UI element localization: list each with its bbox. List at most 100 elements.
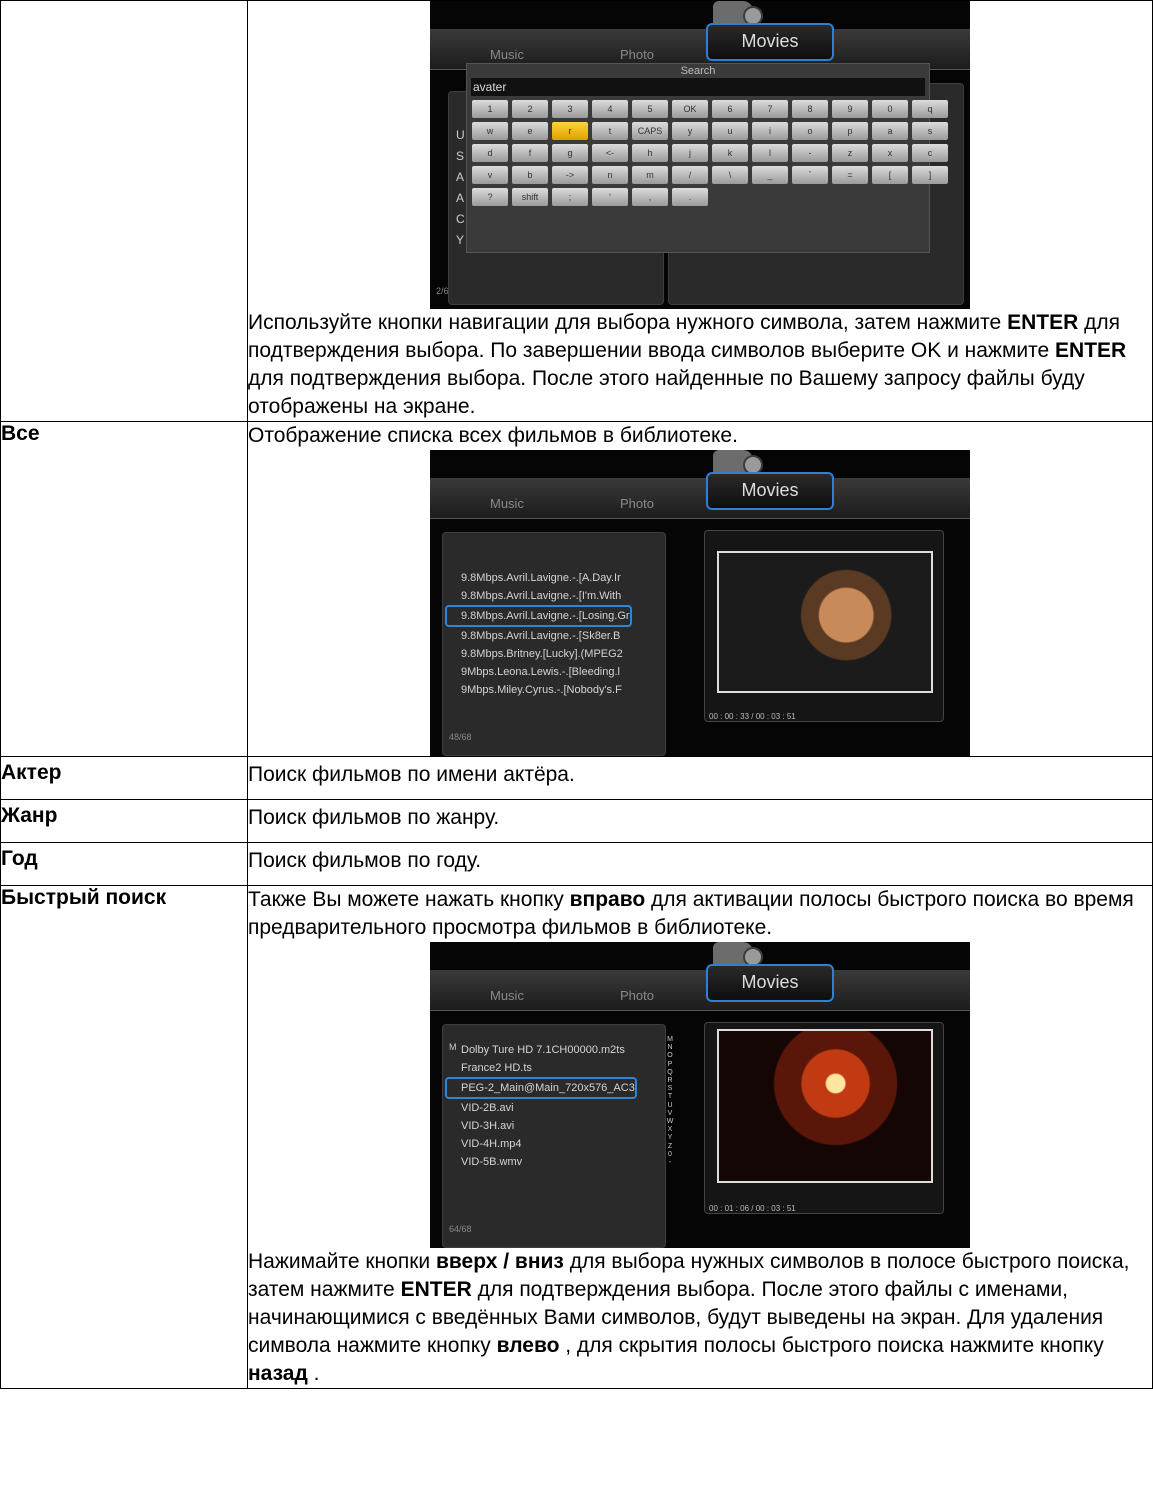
keyboard-key[interactable]: = [832, 166, 868, 184]
keyboard-key[interactable]: z [832, 144, 868, 162]
keyboard-key[interactable]: i [752, 122, 788, 140]
paragraph-quick-search-intro: Также Вы можете нажать кнопку вправо для… [248, 886, 1152, 942]
keyboard-key[interactable]: ] [912, 166, 948, 184]
alphabet-letter[interactable]: W [666, 1118, 674, 1126]
keyboard-key[interactable]: b [512, 166, 548, 184]
keyboard-key[interactable]: - [792, 144, 828, 162]
list-item[interactable]: VID-2B.avi [461, 1099, 633, 1117]
alphabet-letter[interactable]: Q [666, 1069, 674, 1077]
text-run: Используйте кнопки навигации для выбора … [248, 311, 1008, 334]
keyboard-key[interactable]: ` [792, 166, 828, 184]
list-item[interactable]: 9Mbps.Miley.Cyrus.-.[Nobody's.F [461, 681, 628, 699]
keyboard-key[interactable]: j [672, 144, 708, 162]
keyboard-key[interactable]: OK [672, 100, 708, 118]
list-item[interactable]: PEG-2_Main@Main_720x576_AC3 [445, 1077, 637, 1099]
keyboard-key[interactable]: g [552, 144, 588, 162]
keyboard-key[interactable]: ; [552, 188, 588, 206]
keyboard-key[interactable]: h [632, 144, 668, 162]
keyboard-key[interactable]: 2 [512, 100, 548, 118]
keyboard-key[interactable]: [ [872, 166, 908, 184]
keyboard-key[interactable]: u [712, 122, 748, 140]
keyboard-key[interactable]: k [712, 144, 748, 162]
alphabet-letter[interactable]: R [666, 1077, 674, 1085]
keyboard-key[interactable]: f [512, 144, 548, 162]
keyboard-key[interactable]: c [912, 144, 948, 162]
alphabet-letter[interactable]: O [666, 1052, 674, 1060]
alphabet-letter[interactable]: U [666, 1102, 674, 1110]
row-search: Music Photo Movies USAACY Search avater … [0, 0, 1153, 422]
text-run: Также Вы можете нажать кнопку [248, 888, 570, 911]
list-item[interactable]: 9.8Mbps.Avril.Lavigne.-.[Sk8er.B [461, 627, 628, 645]
term-cell-all: Все [0, 421, 248, 757]
row-actor: Актер Поиск фильмов по имени актёра. [0, 756, 1153, 800]
keyboard-key[interactable]: 6 [712, 100, 748, 118]
list-item[interactable]: 9.8Mbps.Avril.Lavigne.-.[Losing.Gr [445, 605, 632, 627]
keyboard-key[interactable]: 0 [872, 100, 908, 118]
list-item[interactable]: 9Mbps.Leona.Lewis.-.[Bleeding.l [461, 663, 628, 681]
file-list-panel: M Dolby Ture HD 7.1CH00000.m2ts France2 H… [442, 1024, 666, 1248]
keyboard-key[interactable]: 8 [792, 100, 828, 118]
alphabet-letter[interactable]: Y [666, 1134, 674, 1142]
alphabet-letter[interactable]: - [666, 1159, 674, 1167]
list-item[interactable]: VID-4H.mp4 [461, 1135, 633, 1153]
keyboard-key[interactable]: p [832, 122, 868, 140]
alphabet-letter[interactable]: P [666, 1061, 674, 1069]
keyboard-key[interactable]: 5 [632, 100, 668, 118]
alphabet-letter[interactable]: T [666, 1093, 674, 1101]
list-item[interactable]: France2 HD.ts [461, 1059, 633, 1077]
movie-list: Dolby Ture HD 7.1CH00000.m2ts France2 HD.… [445, 1041, 637, 1171]
alphabet-letter[interactable]: X [666, 1126, 674, 1134]
keyboard-key[interactable]: 4 [592, 100, 628, 118]
keyboard-key[interactable]: q [912, 100, 948, 118]
alphabet-letter[interactable]: V [666, 1110, 674, 1118]
keyboard-key[interactable]: , [632, 188, 668, 206]
list-item[interactable]: Dolby Ture HD 7.1CH00000.m2ts [461, 1041, 633, 1059]
preview-image [717, 551, 933, 693]
keyboard-key[interactable]: ? [472, 188, 508, 206]
keyboard-key[interactable]: x [872, 144, 908, 162]
keyboard-key[interactable]: o [792, 122, 828, 140]
keyboard-key[interactable]: / [672, 166, 708, 184]
keyboard-key[interactable]: l [752, 144, 788, 162]
alphabet-letter[interactable]: M [666, 1036, 674, 1044]
keyboard-key[interactable]: d [472, 144, 508, 162]
keyboard-key[interactable]: v [472, 166, 508, 184]
list-item[interactable]: 9.8Mbps.Britney.[Lucky].(MPEG2 [461, 645, 628, 663]
text-run: для подтверждения выбора. После этого на… [248, 367, 1085, 418]
keyboard-key[interactable]: \ [712, 166, 748, 184]
onscreen-keyboard: 1 2 3 4 5 OK 6 7 8 9 0 q w e r t CAPS y u i o p a s d f g <- h j k l - z x… [467, 96, 948, 210]
keyboard-key[interactable]: 1 [472, 100, 508, 118]
tab-photo: Photo [620, 988, 654, 1003]
keyboard-key[interactable]: e [512, 122, 548, 140]
alphabet-letter[interactable]: N [666, 1044, 674, 1052]
keyboard-key[interactable]: 7 [752, 100, 788, 118]
keyboard-key[interactable]: _ [752, 166, 788, 184]
keyboard-key[interactable]: w [472, 122, 508, 140]
list-item[interactable]: 9.8Mbps.Avril.Lavigne.-.[I'm.With [461, 587, 628, 605]
keyboard-key[interactable]: n [592, 166, 628, 184]
keyboard-key[interactable]: . [672, 188, 708, 206]
keyboard-key[interactable]: s [912, 122, 948, 140]
keyboard-key[interactable]: a [872, 122, 908, 140]
desc-cell-genre: Поиск фильмов по жанру. [247, 799, 1153, 843]
list-item[interactable]: 9.8Mbps.Avril.Lavigne.-.[A.Day.Ir [461, 569, 628, 587]
alphabet-letter[interactable]: S [666, 1085, 674, 1093]
alphabet-letter[interactable]: 0 [666, 1151, 674, 1159]
keyboard-key[interactable]: t [592, 122, 628, 140]
alphabet-letter[interactable]: Z [666, 1143, 674, 1151]
keyboard-key[interactable]: CAPS [632, 122, 668, 140]
keyboard-key[interactable]: 9 [832, 100, 868, 118]
keyboard-key[interactable]: -> [552, 166, 588, 184]
keyboard-key[interactable]: ' [592, 188, 628, 206]
keyboard-key[interactable]: r [552, 122, 588, 140]
tab-music: Music [490, 496, 524, 511]
list-item[interactable]: VID-5B.wmv [461, 1153, 633, 1171]
keyboard-key[interactable]: y [672, 122, 708, 140]
keyboard-key[interactable]: <- [592, 144, 628, 162]
text-run: Поиск фильмов по имени актёра. [248, 763, 575, 786]
keyboard-key[interactable]: shift [512, 188, 548, 206]
paragraph: Используйте кнопки навигации для выбора … [248, 309, 1152, 421]
keyboard-key[interactable]: m [632, 166, 668, 184]
list-item[interactable]: VID-3H.avi [461, 1117, 633, 1135]
keyboard-key[interactable]: 3 [552, 100, 588, 118]
